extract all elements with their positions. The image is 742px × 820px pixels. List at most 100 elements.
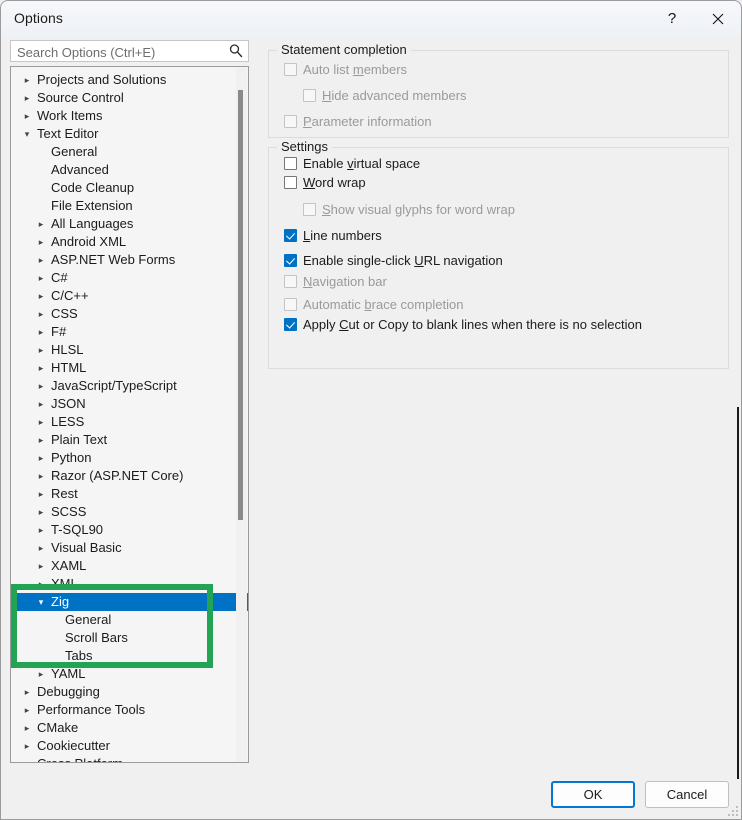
tree-item-projects-and-solutions[interactable]: ▸ Projects and Solutions	[11, 71, 248, 89]
tree-item-plain-text[interactable]: ▸ Plain Text	[11, 431, 248, 449]
chevron-right-icon[interactable]: ▸	[21, 71, 33, 89]
chevron-right-icon[interactable]: ▸	[35, 449, 47, 467]
tree-item-work-items[interactable]: ▸ Work Items	[11, 107, 248, 125]
options-tree[interactable]: ▸ Projects and Solutions ▸ Source Control ▸ W…	[11, 67, 248, 762]
tree-item-tabs[interactable]: Tabs	[11, 647, 248, 665]
tree-item-general[interactable]: General	[11, 143, 248, 161]
chevron-right-icon[interactable]: ▸	[21, 107, 33, 125]
magnifier-icon[interactable]	[228, 43, 244, 59]
chevron-right-icon[interactable]: ▸	[35, 305, 47, 323]
options-tree-panel[interactable]: ▸ Projects and Solutions ▸ Source Control ▸ W…	[10, 66, 249, 763]
chevron-right-icon[interactable]: ▸	[35, 575, 47, 593]
tree-item-c-c[interactable]: ▸ C/C++	[11, 287, 248, 305]
chevron-right-icon[interactable]: ▸	[35, 467, 47, 485]
chevron-right-icon[interactable]: ▸	[35, 521, 47, 539]
close-button[interactable]	[695, 1, 741, 36]
tree-item-c[interactable]: ▸ C#	[11, 269, 248, 287]
checkbox-unchecked-icon[interactable]	[284, 156, 297, 170]
tree-item-rest[interactable]: ▸ Rest	[11, 485, 248, 503]
tree-item-f[interactable]: ▸ F#	[11, 323, 248, 341]
checkbox-enable-single-click-url-navigation[interactable]: Enable single-click URL navigation	[284, 251, 503, 269]
chevron-right-icon[interactable]: ▸	[35, 503, 47, 521]
chevron-right-icon[interactable]: ▸	[35, 251, 47, 269]
tree-item-general[interactable]: General	[11, 611, 248, 629]
checkbox-checked-icon[interactable]	[284, 317, 297, 331]
tree-item-code-cleanup[interactable]: Code Cleanup	[11, 179, 248, 197]
tree-item-advanced[interactable]: Advanced	[11, 161, 248, 179]
tree-item-xaml[interactable]: ▸ XAML	[11, 557, 248, 575]
tree-item-python[interactable]: ▸ Python	[11, 449, 248, 467]
chevron-right-icon[interactable]: ▸	[21, 719, 33, 737]
tree-item-android-xml[interactable]: ▸ Android XML	[11, 233, 248, 251]
chevron-right-icon[interactable]: ▸	[21, 755, 33, 762]
tree-item-xml[interactable]: ▸ XML	[11, 575, 248, 593]
tree-item-javascript-typescript[interactable]: ▸ JavaScript/TypeScript	[11, 377, 248, 395]
chevron-right-icon[interactable]: ▸	[21, 683, 33, 701]
chevron-right-icon[interactable]: ▸	[35, 395, 47, 413]
tree-item-json[interactable]: ▸ JSON	[11, 395, 248, 413]
tree-item-html[interactable]: ▸ HTML	[11, 359, 248, 377]
tree-item-performance-tools[interactable]: ▸ Performance Tools	[11, 701, 248, 719]
tree-item-source-control[interactable]: ▸ Source Control	[11, 89, 248, 107]
checkbox-apply-cut-or-copy-to-blank-lines-when-there-is-no-selection[interactable]: Apply Cut or Copy to blank lines when th…	[284, 315, 642, 333]
tree-item-hlsl[interactable]: ▸ HLSL	[11, 341, 248, 359]
tree-item-less[interactable]: ▸ LESS	[11, 413, 248, 431]
checkbox-unchecked-icon	[303, 88, 316, 102]
tree-item-cross-platform[interactable]: ▸ Cross Platform	[11, 755, 248, 762]
tree-item-razor-asp-net-core[interactable]: ▸ Razor (ASP.NET Core)	[11, 467, 248, 485]
chevron-right-icon[interactable]: ▸	[21, 701, 33, 719]
chevron-right-icon[interactable]: ▸	[21, 89, 33, 107]
tree-item-zig[interactable]: ▾ Zig	[11, 593, 248, 611]
tree-item-label: C/C++	[51, 288, 89, 303]
chevron-right-icon[interactable]: ▸	[35, 359, 47, 377]
checkbox-checked-icon[interactable]	[284, 253, 297, 267]
chevron-right-icon[interactable]: ▸	[35, 557, 47, 575]
checkbox-word-wrap[interactable]: Word wrap	[284, 173, 366, 191]
chevron-right-icon[interactable]: ▸	[35, 341, 47, 359]
checkbox-label: Auto list members	[303, 61, 408, 77]
tree-item-t-sql90[interactable]: ▸ T-SQL90	[11, 521, 248, 539]
tree-item-yaml[interactable]: ▸ YAML	[11, 665, 248, 683]
checkbox-line-numbers[interactable]: Line numbers	[284, 226, 382, 244]
tree-item-visual-basic[interactable]: ▸ Visual Basic	[11, 539, 248, 557]
chevron-right-icon[interactable]: ▸	[35, 413, 47, 431]
chevron-right-icon[interactable]: ▸	[35, 215, 47, 233]
tree-item-label: Razor (ASP.NET Core)	[51, 468, 184, 483]
resize-grip[interactable]	[728, 806, 738, 816]
chevron-right-icon[interactable]: ▸	[35, 377, 47, 395]
tree-item-text-editor[interactable]: ▾ Text Editor	[11, 125, 248, 143]
checkbox-unchecked-icon[interactable]	[284, 175, 297, 189]
tree-item-label: JavaScript/TypeScript	[51, 378, 177, 393]
chevron-right-icon[interactable]: ▸	[35, 539, 47, 557]
page-scrollbar[interactable]	[737, 407, 739, 779]
chevron-right-icon[interactable]: ▸	[35, 485, 47, 503]
tree-item-all-languages[interactable]: ▸ All Languages	[11, 215, 248, 233]
tree-item-scroll-bars[interactable]: Scroll Bars	[11, 629, 248, 647]
tree-item-scss[interactable]: ▸ SCSS	[11, 503, 248, 521]
tree-scrollbar-track[interactable]	[236, 68, 247, 761]
tree-item-debugging[interactable]: ▸ Debugging	[11, 683, 248, 701]
chevron-down-icon[interactable]: ▾	[35, 593, 47, 611]
tree-item-cmake[interactable]: ▸ CMake	[11, 719, 248, 737]
chevron-right-icon[interactable]: ▸	[35, 287, 47, 305]
tree-item-asp-net-web-forms[interactable]: ▸ ASP.NET Web Forms	[11, 251, 248, 269]
chevron-right-icon[interactable]: ▸	[21, 737, 33, 755]
tree-scrollbar-thumb[interactable]	[238, 90, 243, 520]
search-input[interactable]	[15, 41, 229, 63]
cancel-button[interactable]: Cancel	[645, 781, 729, 808]
chevron-right-icon[interactable]: ▸	[35, 269, 47, 287]
chevron-right-icon[interactable]: ▸	[35, 665, 47, 683]
checkbox-checked-icon[interactable]	[284, 228, 297, 242]
chevron-right-icon[interactable]: ▸	[35, 233, 47, 251]
help-button[interactable]: ?	[649, 1, 695, 36]
chevron-right-icon[interactable]: ▸	[35, 323, 47, 341]
checkbox-enable-virtual-space[interactable]: Enable virtual space	[284, 154, 420, 172]
ok-button[interactable]: OK	[551, 781, 635, 808]
tree-item-cookiecutter[interactable]: ▸ Cookiecutter	[11, 737, 248, 755]
tree-item-css[interactable]: ▸ CSS	[11, 305, 248, 323]
tree-item-file-extension[interactable]: File Extension	[11, 197, 248, 215]
chevron-right-icon[interactable]: ▸	[35, 431, 47, 449]
chevron-down-icon[interactable]: ▾	[21, 125, 33, 143]
tree-item-label: File Extension	[51, 198, 133, 213]
search-options-box[interactable]	[10, 40, 249, 63]
